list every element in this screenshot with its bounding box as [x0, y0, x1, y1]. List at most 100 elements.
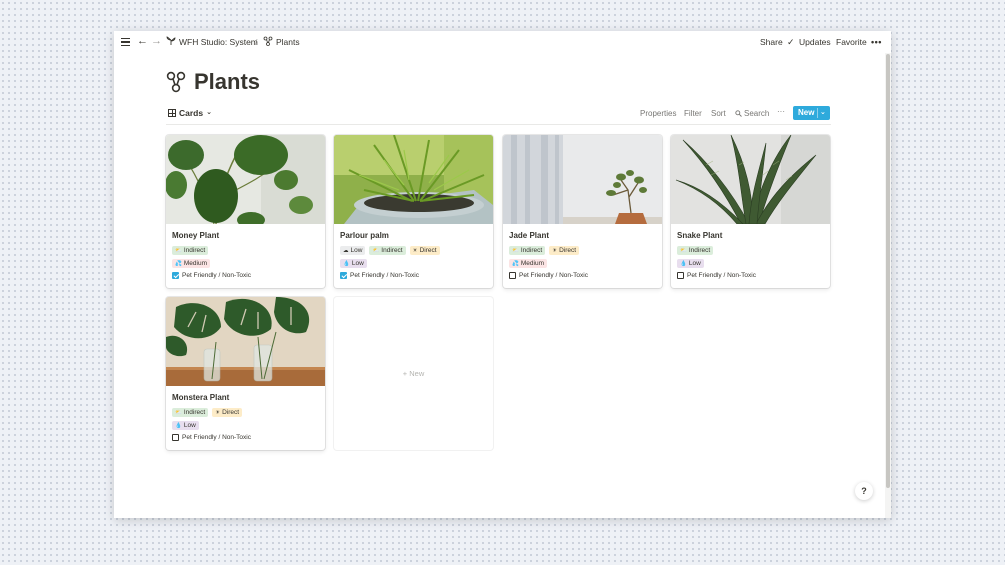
pet-friendly-property: Pet Friendly / Non-Toxic [172, 271, 251, 280]
card-title: Snake Plant [677, 231, 723, 240]
new-card-label: + New [402, 369, 425, 378]
water-tags: 💦 Medium [172, 259, 210, 268]
cloud-icon: ☁ [343, 248, 349, 254]
updates-button[interactable]: Updates [799, 35, 831, 49]
pet-friendly-label: Pet Friendly / Non-Toxic [519, 272, 588, 279]
droplet-icon: 💧 [343, 261, 350, 267]
tag-direct: ☀ Direct [409, 246, 440, 255]
pet-friendly-checkbox[interactable] [677, 272, 684, 279]
tag-label: Medium [520, 260, 544, 267]
pet-friendly-checkbox[interactable] [172, 272, 179, 279]
view-name: Cards [179, 108, 204, 118]
monstera-plant-photo [166, 297, 325, 386]
tag-label: Medium [183, 260, 207, 267]
light-tags: ⛅ Indirect ☀ Direct [172, 408, 243, 417]
pet-friendly-label: Pet Friendly / Non-Toxic [182, 434, 251, 441]
sort-button[interactable]: Sort [711, 108, 726, 120]
tag-indirect: ⛅ Indirect [677, 246, 714, 255]
card-title: Money Plant [172, 231, 220, 240]
water-icon: 💦 [512, 261, 519, 267]
breadcrumb-page[interactable]: Plants [276, 35, 300, 49]
tag-low: 💧 Low [172, 421, 199, 430]
more-options-icon[interactable]: ••• [871, 35, 882, 49]
snake-plant-photo [671, 135, 830, 224]
app-window: ← → WFH Studio: System / Plants Share ✓ … [114, 31, 891, 518]
sun-cloud-icon: ⛅ [372, 248, 380, 254]
help-button[interactable]: ? [855, 482, 873, 500]
forward-arrow-icon[interactable]: → [151, 34, 162, 48]
pet-friendly-label: Pet Friendly / Non-Toxic [350, 272, 419, 279]
new-button-divider [817, 108, 818, 118]
pet-friendly-property: Pet Friendly / Non-Toxic [509, 271, 588, 280]
breadcrumb-workspace[interactable]: WFH Studio: System [179, 35, 258, 49]
card-title: Jade Plant [509, 231, 550, 240]
card-jade-plant[interactable]: Jade Plant ⛅ Indirect ☀ Direct 💦 Medium Pet… [503, 135, 662, 288]
sun-cloud-icon: ⛅ [680, 248, 687, 254]
card-parlour-palm[interactable]: Parlour palm ☁ Low ⛅ Indirect ☀ Direct 💧 Low… [334, 135, 493, 288]
pet-friendly-label: Pet Friendly / Non-Toxic [687, 272, 756, 279]
tag-indirect: ⛅ Indirect [172, 246, 209, 255]
tag-label: Low [351, 260, 364, 267]
card-money-plant[interactable]: Money Plant ⛅ Indirect 💦 Medium Pet Friend… [166, 135, 325, 288]
water-tags: 💦 Medium [509, 259, 547, 268]
money-plant-photo [166, 135, 325, 224]
sun-cloud-icon: ⛅ [175, 410, 182, 416]
card-title: Monstera Plant [172, 393, 230, 402]
share-button[interactable]: Share [760, 35, 783, 49]
tag-medium: 💦 Medium [509, 259, 547, 268]
sun-icon: ☀ [552, 248, 558, 254]
page-plant-icon[interactable] [166, 71, 186, 93]
gallery-icon [168, 109, 176, 117]
chevron-down-icon[interactable]: ⌄ [820, 107, 826, 119]
filter-button[interactable]: Filter [684, 108, 702, 120]
card-title: Parlour palm [340, 231, 389, 240]
droplet-icon: 💧 [680, 261, 687, 267]
search-icon[interactable] [735, 108, 742, 120]
view-more-icon[interactable]: ··· [777, 106, 785, 118]
pet-friendly-checkbox[interactable] [340, 272, 347, 279]
pet-friendly-property: Pet Friendly / Non-Toxic [677, 271, 756, 280]
tag-direct: ☀ Direct [212, 408, 243, 417]
tag-label: Direct [419, 247, 437, 254]
tag-low: 💧 Low [340, 259, 367, 268]
parlour-palm-photo [334, 135, 493, 224]
sun-cloud-icon: ⛅ [175, 248, 182, 254]
tag-low: ☁ Low [340, 246, 366, 255]
tag-indirect: ⛅ Indirect [172, 408, 209, 417]
card-monstera-plant[interactable]: Monstera Plant ⛅ Indirect ☀ Direct 💧 Low Pe… [166, 297, 325, 450]
water-tags: 💧 Low [677, 259, 704, 268]
sidebar-toggle-icon[interactable] [121, 38, 130, 46]
light-tags: ⛅ Indirect [677, 246, 714, 255]
tag-label: Low [350, 247, 363, 254]
new-button[interactable]: New ⌄ [793, 106, 830, 120]
breadcrumb-separator: / [255, 37, 258, 47]
new-button-label: New [798, 108, 815, 117]
tag-indirect: ⛅ Indirect [509, 246, 546, 255]
tag-label: Indirect [688, 247, 711, 254]
tag-label: Low [183, 422, 196, 429]
droplet-icon: 💧 [175, 423, 182, 429]
pet-friendly-checkbox[interactable] [172, 434, 179, 441]
tag-label: Direct [559, 247, 577, 254]
page-title[interactable]: Plants [194, 67, 260, 97]
search-button[interactable]: Search [744, 108, 769, 120]
back-arrow-icon[interactable]: ← [137, 34, 148, 48]
view-bar: Cards ⌄ Properties Filter Sort Search ··… [166, 104, 831, 125]
water-icon: 💦 [175, 261, 182, 267]
tag-label: Indirect [183, 247, 206, 254]
properties-button[interactable]: Properties [640, 108, 676, 120]
pet-friendly-checkbox[interactable] [509, 272, 516, 279]
tag-label: Indirect [381, 247, 403, 254]
scrollbar-thumb[interactable] [886, 54, 890, 488]
light-tags: ⛅ Indirect ☀ Direct [509, 246, 580, 255]
tag-label: Indirect [183, 409, 206, 416]
topbar: ← → WFH Studio: System / Plants Share ✓ … [114, 31, 891, 53]
sun-icon: ☀ [412, 248, 418, 254]
tag-label: Low [688, 260, 701, 267]
tag-low: 💧 Low [677, 259, 704, 268]
view-selector[interactable]: Cards ⌄ [168, 107, 212, 119]
pet-friendly-label: Pet Friendly / Non-Toxic [182, 272, 251, 279]
new-card-button[interactable]: + New [334, 297, 493, 450]
card-snake-plant[interactable]: Snake Plant ⛅ Indirect 💧 Low Pet Friendly … [671, 135, 830, 288]
favorite-button[interactable]: Favorite [836, 35, 867, 49]
